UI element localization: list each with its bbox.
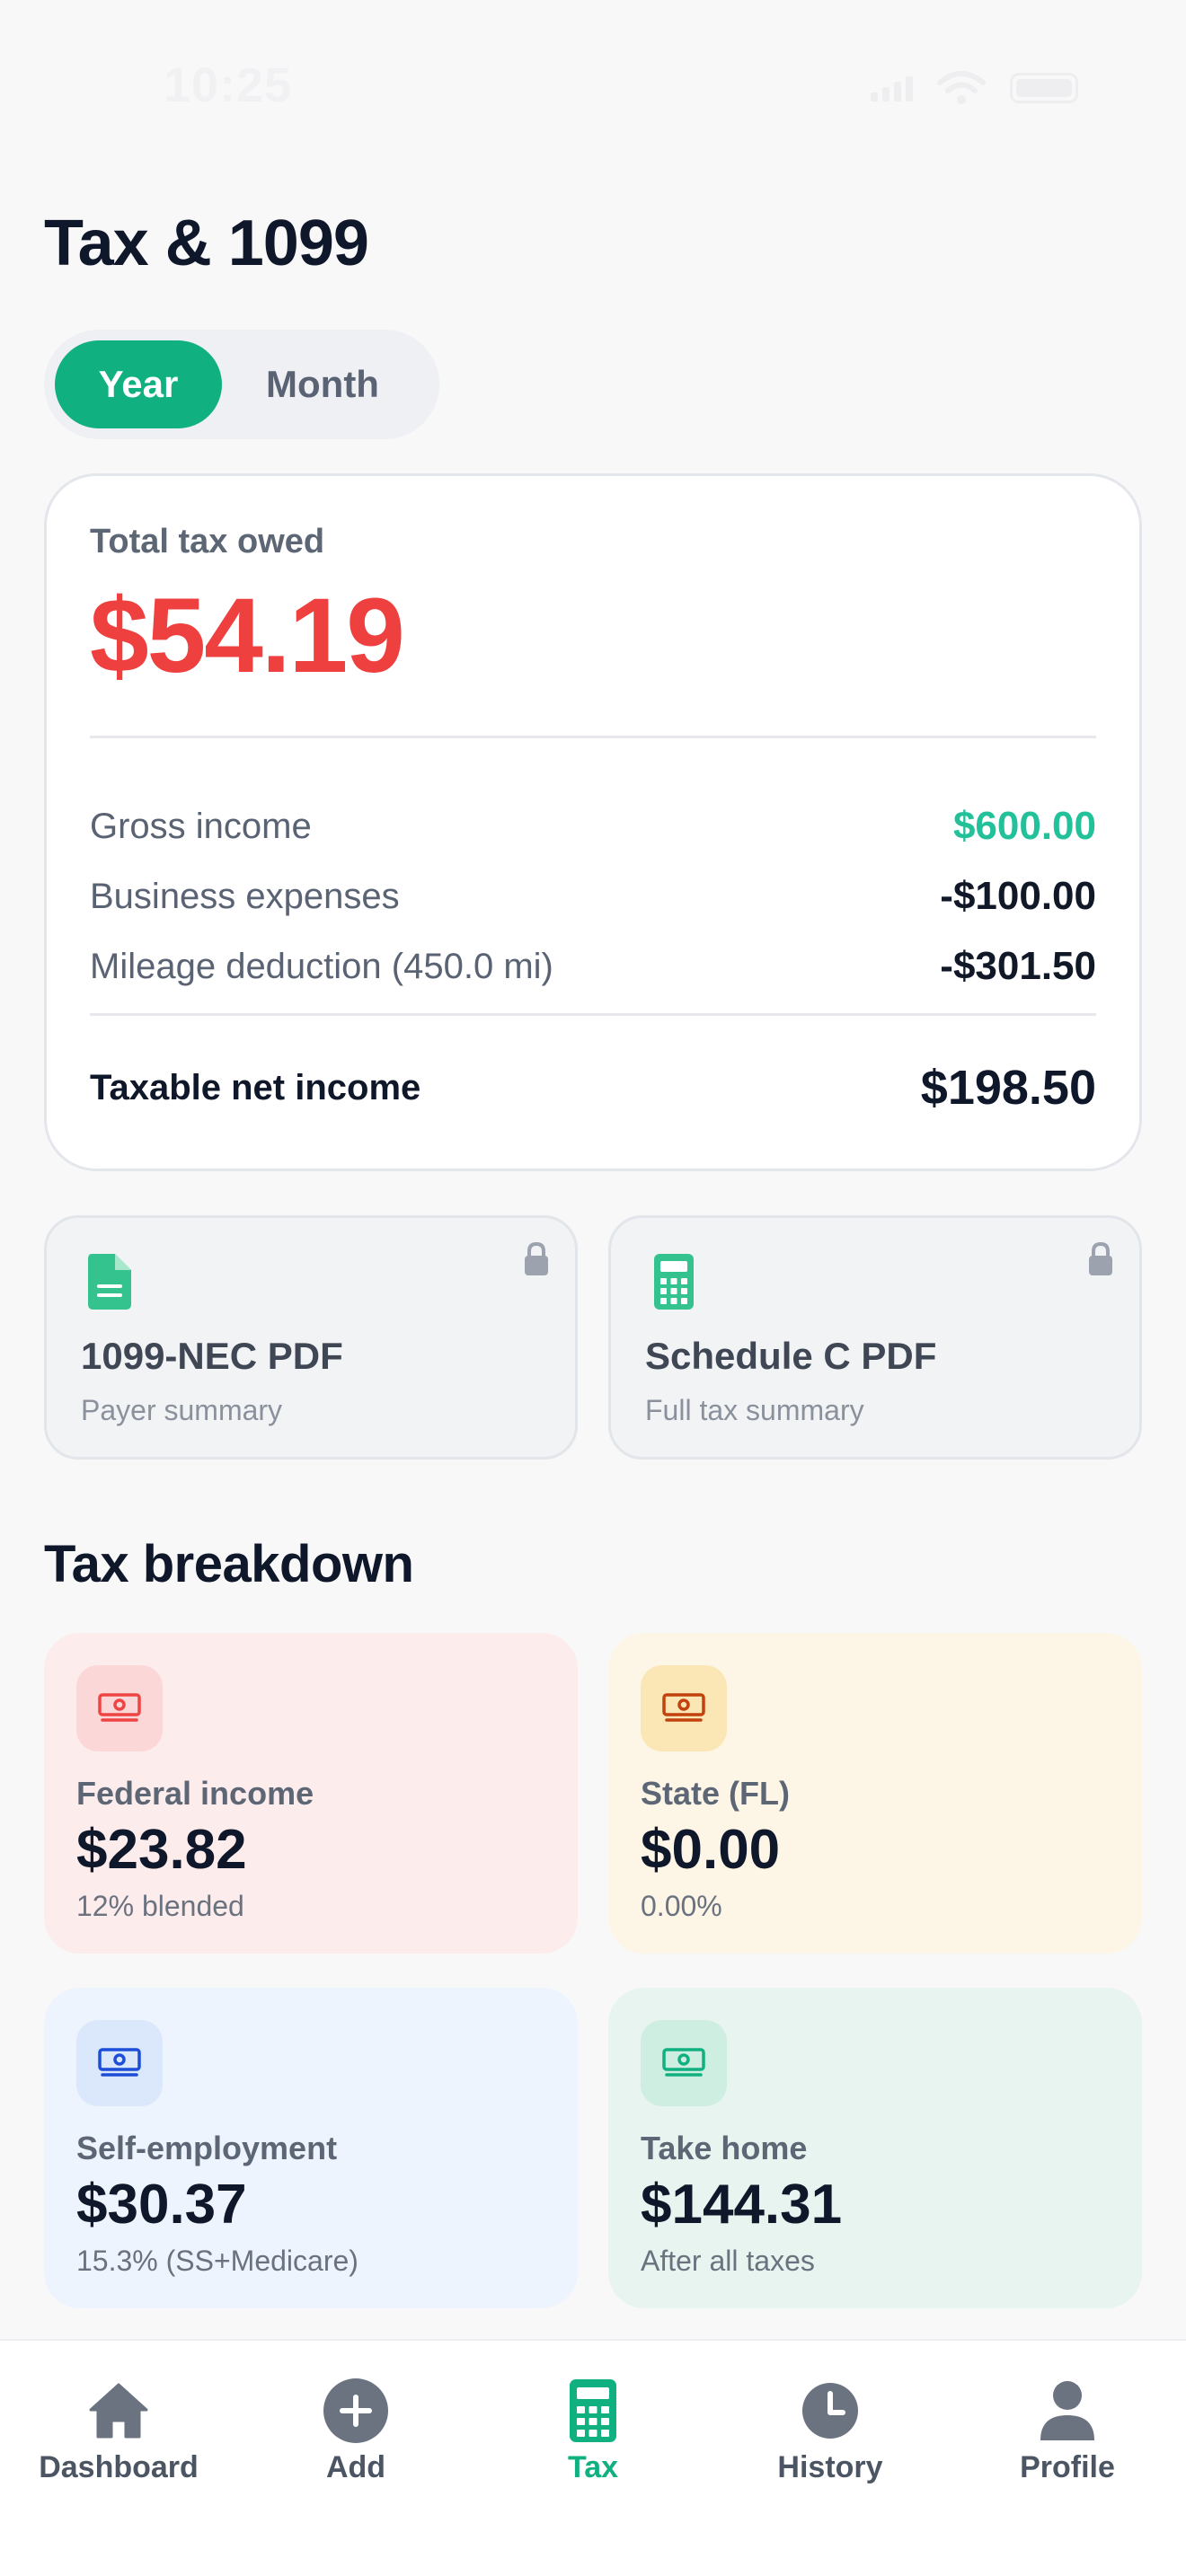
page-title: Tax & 1099 (44, 207, 369, 279)
battery-icon (1010, 73, 1078, 103)
person-icon (1040, 2381, 1094, 2440)
total-tax-label: Total tax owed (90, 523, 325, 560)
lock-icon (525, 1241, 548, 1275)
nav-label: Add (325, 2450, 386, 2484)
nav-label: History (777, 2450, 883, 2484)
gross-income-value: $600.00 (952, 804, 1096, 848)
cash-icon (98, 1693, 141, 1722)
tile-value: $30.37 (76, 2174, 247, 2236)
status-time: 10:25 (164, 58, 293, 112)
mileage-deduction-label: Mileage deduction (450.0 mi) (90, 946, 553, 986)
pdf-card-subtitle: Full tax summary (645, 1394, 864, 1426)
bottom-nav: Dashboard Add Tax History Profile (0, 2339, 1186, 2576)
tile-subtitle: 12% blended (76, 1890, 244, 1922)
tile-subtitle: After all taxes (641, 2245, 815, 2277)
signal-icon (871, 75, 913, 101)
nav-label: Profile (1020, 2450, 1115, 2484)
mileage-deduction-value: -$301.50 (940, 944, 1096, 988)
divider (90, 1013, 1096, 1016)
tile-label: State (FL) (641, 1775, 790, 1812)
tile-value: $144.31 (641, 2174, 843, 2236)
cash-icon (662, 2048, 705, 2077)
total-tax-value: $54.19 (90, 577, 405, 695)
1099-nec-pdf-card[interactable]: 1099-NEC PDF Payer summary (44, 1215, 578, 1460)
nav-label: Dashboard (39, 2450, 199, 2484)
business-expenses-label: Business expenses (90, 876, 400, 916)
schedule-c-pdf-card[interactable]: Schedule C PDF Full tax summary (608, 1215, 1142, 1460)
home-icon (89, 2383, 148, 2439)
nav-dashboard[interactable]: Dashboard (0, 2377, 237, 2485)
status-bar: 10:25 (0, 0, 1186, 171)
wifi-icon (937, 71, 986, 104)
lock-icon (1089, 1241, 1112, 1275)
calculator-icon (654, 1254, 694, 1310)
plus-circle-icon (323, 2378, 388, 2443)
tile-value: $0.00 (641, 1819, 781, 1881)
self-employment-tile: Self-employment $30.37 15.3% (SS+Medicar… (44, 1988, 578, 2308)
tile-label: Take home (641, 2130, 808, 2166)
nav-history[interactable]: History (712, 2377, 949, 2485)
status-icons (871, 70, 1078, 106)
net-income-value: $198.50 (920, 1061, 1096, 1115)
tax-summary-card: Total tax owed $54.19 Gross income $600.… (44, 473, 1142, 1171)
pdf-card-title: 1099-NEC PDF (81, 1335, 343, 1377)
mileage-deduction-row: Mileage deduction (450.0 mi) -$301.50 (90, 944, 1096, 989)
cash-icon (98, 2048, 141, 2077)
state-tax-tile: State (FL) $0.00 0.00% (608, 1633, 1142, 1954)
document-icon (88, 1254, 131, 1310)
period-toggle: Year Month (44, 330, 439, 439)
tile-value: $23.82 (76, 1819, 247, 1881)
net-income-label: Taxable net income (90, 1067, 421, 1107)
section-title: Tax breakdown (44, 1535, 414, 1593)
nav-label: Tax (567, 2450, 619, 2484)
tile-subtitle: 15.3% (SS+Medicare) (76, 2245, 358, 2277)
take-home-tile: Take home $144.31 After all taxes (608, 1988, 1142, 2308)
nav-tax[interactable]: Tax (474, 2377, 712, 2485)
gross-income-label: Gross income (90, 806, 312, 846)
pdf-card-subtitle: Payer summary (81, 1394, 283, 1426)
year-toggle-button[interactable]: Year (55, 340, 222, 428)
calculator-icon (570, 2379, 616, 2442)
nav-profile[interactable]: Profile (949, 2377, 1186, 2485)
cash-icon (662, 1693, 705, 1722)
tile-subtitle: 0.00% (641, 1890, 722, 1922)
month-toggle-button[interactable]: Month (233, 340, 412, 428)
gross-income-row: Gross income $600.00 (90, 804, 1096, 849)
tile-label: Federal income (76, 1775, 314, 1812)
tile-label: Self-employment (76, 2130, 338, 2166)
business-expenses-value: -$100.00 (940, 874, 1096, 918)
nav-add[interactable]: Add (237, 2377, 474, 2485)
net-income-row: Taxable net income $198.50 (90, 1060, 1096, 1116)
business-expenses-row: Business expenses -$100.00 (90, 874, 1096, 919)
clock-icon (802, 2383, 858, 2439)
federal-income-tile: Federal income $23.82 12% blended (44, 1633, 578, 1954)
pdf-card-title: Schedule C PDF (645, 1335, 937, 1377)
divider (90, 736, 1096, 738)
